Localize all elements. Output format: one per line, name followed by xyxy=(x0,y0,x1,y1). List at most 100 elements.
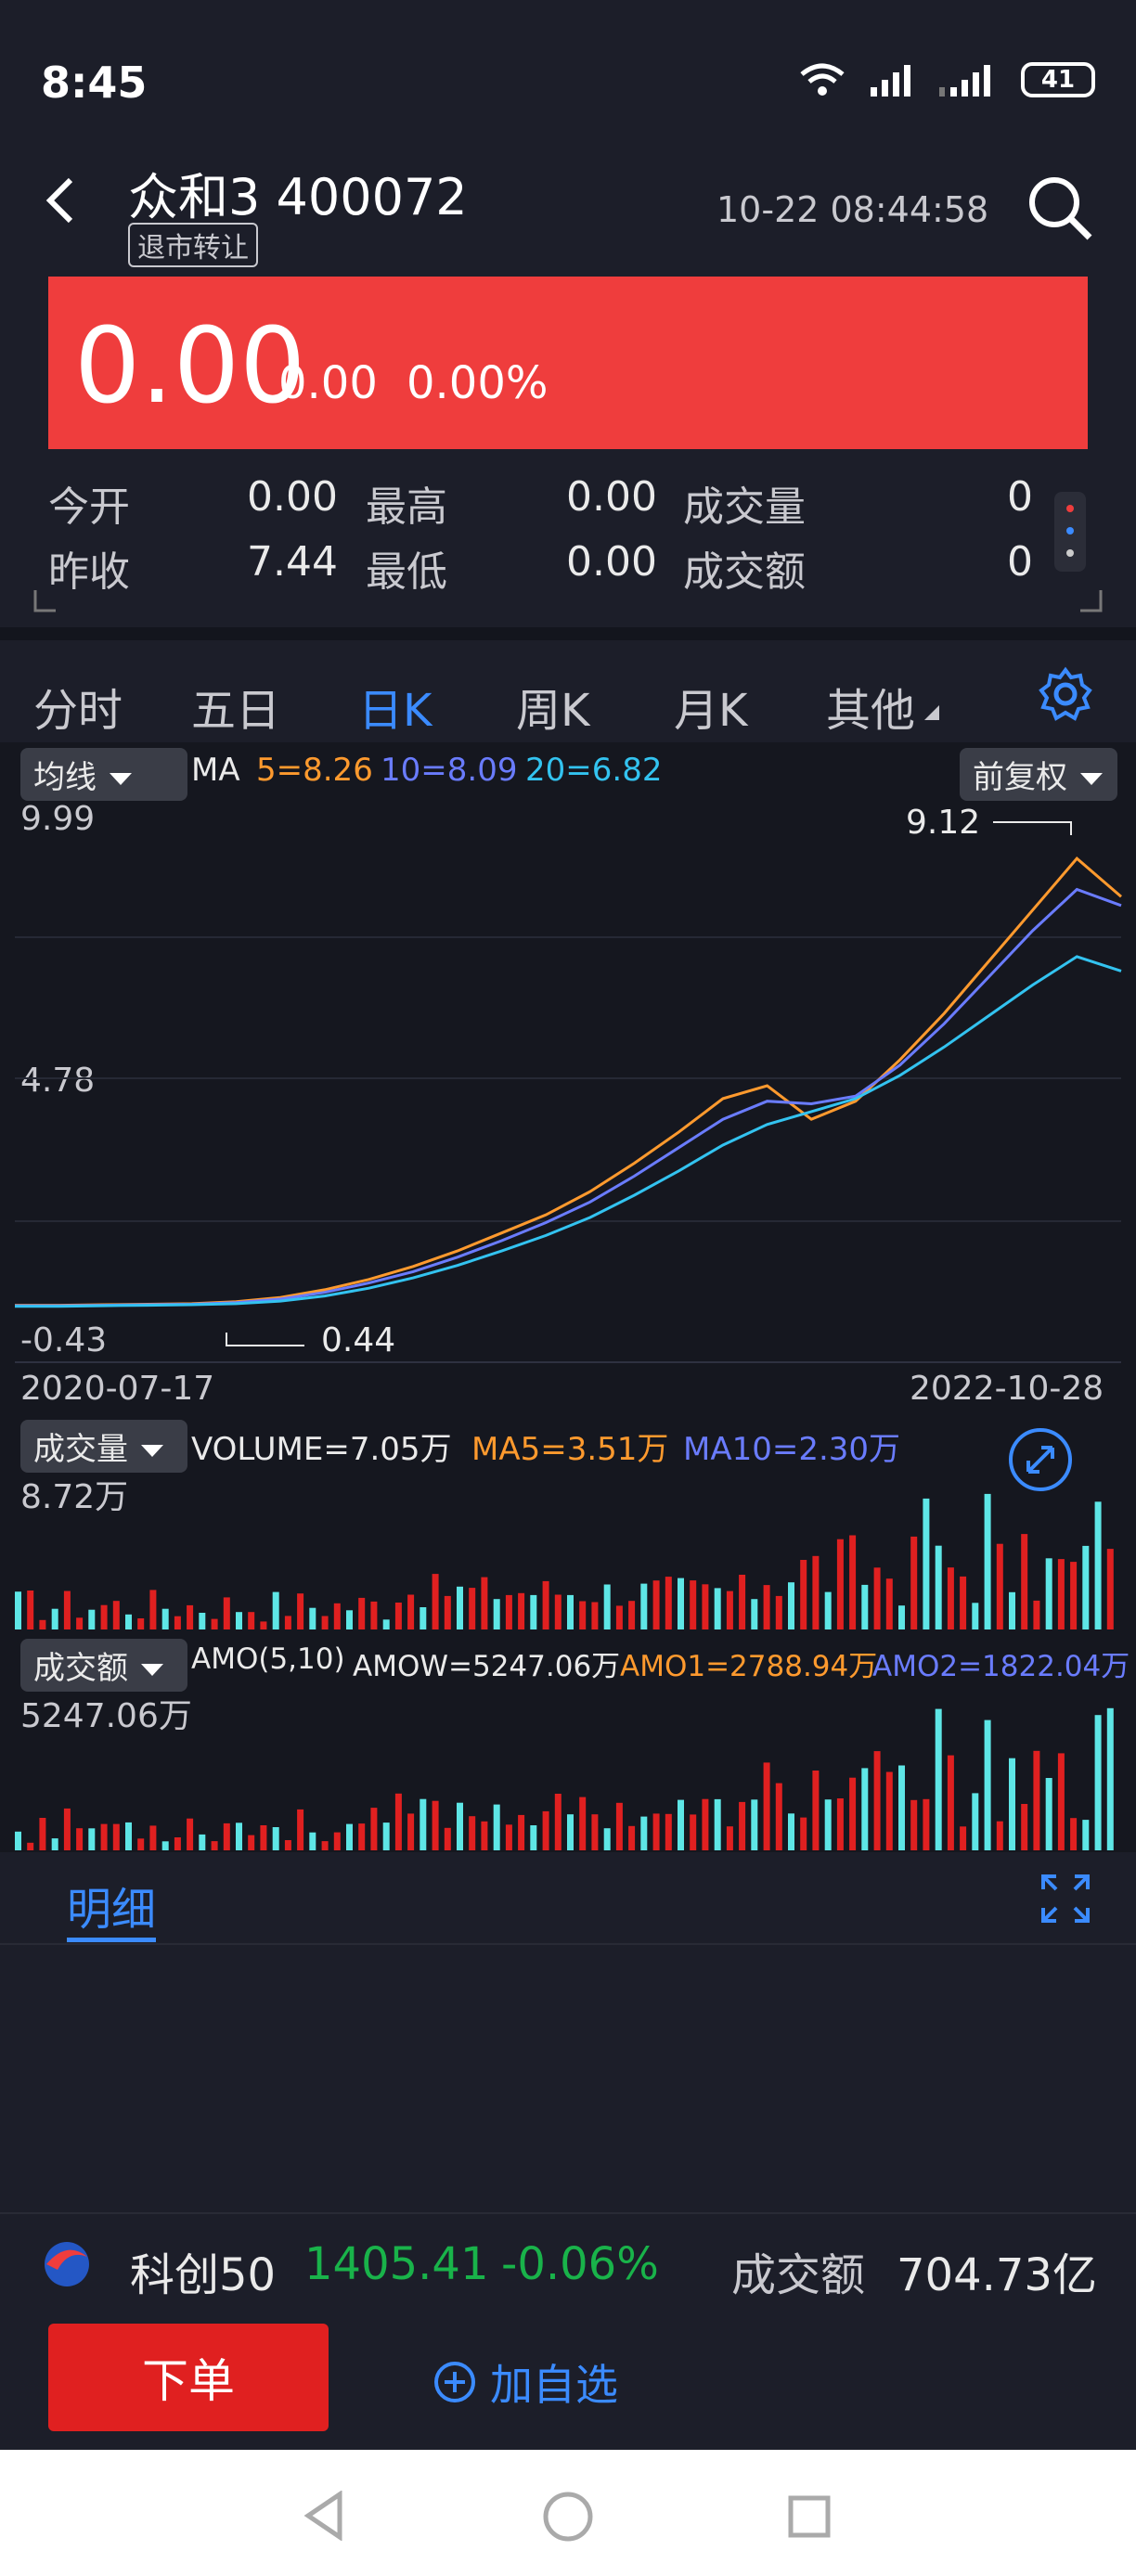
bar xyxy=(346,1823,353,1850)
bar xyxy=(382,1619,390,1629)
bar xyxy=(1094,1715,1102,1850)
bar xyxy=(530,1825,537,1850)
bar xyxy=(272,1591,279,1629)
bar xyxy=(76,1828,84,1850)
bar xyxy=(591,1602,599,1629)
bar xyxy=(947,1567,954,1629)
bar xyxy=(161,1608,169,1629)
battery-icon: 41 xyxy=(1021,62,1095,97)
chevron-down-icon xyxy=(141,1445,163,1457)
bar xyxy=(518,1592,525,1629)
status-tag: 退市转让 xyxy=(128,223,258,267)
bar xyxy=(873,1567,881,1629)
settings-icon[interactable] xyxy=(1038,666,1093,722)
date-end: 2022-10-28 xyxy=(910,1370,1104,1408)
series-line-ma20 xyxy=(15,955,1122,1308)
chevron-down-icon xyxy=(141,1664,163,1676)
bar xyxy=(125,1822,132,1850)
bar xyxy=(248,1612,255,1629)
bar xyxy=(223,1597,230,1629)
bar xyxy=(960,1826,967,1850)
nav-home-icon[interactable] xyxy=(542,2491,594,2543)
bar xyxy=(469,1816,476,1850)
tab-weekly-k[interactable]: 周K xyxy=(516,674,589,739)
more-stats-toggle[interactable] xyxy=(1054,492,1086,572)
corner-left-icon xyxy=(33,590,56,612)
add-favorite-button[interactable]: 加自选 xyxy=(432,2351,618,2413)
bar xyxy=(665,1813,672,1850)
bar xyxy=(690,1814,697,1850)
bar xyxy=(457,1802,463,1850)
tab-intraday[interactable]: 分时 xyxy=(33,674,123,739)
price-change: 0.00 xyxy=(278,357,378,409)
bar xyxy=(161,1841,169,1850)
bar xyxy=(935,1545,942,1629)
bar xyxy=(751,1799,758,1850)
tab-five-day[interactable]: 五日 xyxy=(191,674,280,739)
nav-recents-icon[interactable] xyxy=(787,2494,832,2539)
bar xyxy=(861,1768,869,1850)
bar xyxy=(309,1832,316,1850)
bar xyxy=(1045,1558,1052,1629)
search-button[interactable] xyxy=(1025,173,1095,247)
bar xyxy=(542,1810,549,1850)
bar xyxy=(615,1605,623,1629)
bar xyxy=(628,1601,636,1629)
bar xyxy=(898,1765,905,1850)
bar xyxy=(714,1798,721,1850)
bar xyxy=(407,1813,415,1850)
bar xyxy=(149,1825,157,1850)
bar xyxy=(199,1613,206,1629)
bar xyxy=(51,1838,58,1850)
bar xyxy=(321,1841,329,1850)
fullscreen-icon[interactable] xyxy=(1039,1873,1091,1925)
bar xyxy=(591,1814,599,1850)
bar xyxy=(739,1575,746,1629)
tab-monthly-k[interactable]: 月K xyxy=(674,674,747,739)
back-button[interactable] xyxy=(41,173,78,242)
bar xyxy=(444,1827,451,1850)
bar xyxy=(27,1842,34,1850)
amount-amow: AMOW=5247.06万 xyxy=(353,1650,621,1683)
bar xyxy=(481,1577,488,1629)
bar xyxy=(493,1599,500,1629)
nav-back-icon[interactable] xyxy=(303,2491,345,2541)
detail-tab-indicator xyxy=(67,1938,156,1942)
bar xyxy=(898,1605,905,1629)
index-logo-icon xyxy=(45,2242,89,2286)
quote-datetime: 10-22 08:44:58 xyxy=(716,189,989,230)
bar xyxy=(394,1793,402,1850)
bar xyxy=(333,1603,341,1629)
kline-chart[interactable] xyxy=(0,789,1136,1364)
open-value: 0.00 xyxy=(247,473,338,521)
series-line-ma5 xyxy=(15,856,1122,1307)
bar xyxy=(800,1817,807,1850)
bar xyxy=(923,1798,930,1850)
bar xyxy=(788,1813,794,1850)
bar xyxy=(824,1591,832,1629)
bar xyxy=(763,1585,770,1629)
bar xyxy=(39,1619,46,1629)
tab-other[interactable]: 其他 xyxy=(826,674,915,739)
chevron-down-icon xyxy=(110,773,132,785)
add-favorite-label: 加自选 xyxy=(490,2360,618,2410)
bar xyxy=(1070,1818,1078,1850)
order-button[interactable]: 下单 xyxy=(48,2324,329,2431)
bar xyxy=(836,1798,844,1850)
bar xyxy=(873,1751,881,1850)
bar xyxy=(27,1591,34,1629)
bar xyxy=(1057,1753,1065,1850)
tab-detail[interactable]: 明细 xyxy=(67,1873,156,1938)
bar xyxy=(505,1594,512,1629)
bar xyxy=(199,1834,206,1850)
bar xyxy=(187,1818,194,1850)
bar xyxy=(530,1594,537,1629)
tab-daily-k[interactable]: 日K xyxy=(358,674,432,739)
bar xyxy=(690,1580,697,1629)
bar xyxy=(849,1777,857,1850)
volume-chart xyxy=(15,1493,1114,1629)
bar xyxy=(751,1599,758,1629)
bar xyxy=(603,1584,611,1629)
high-value: 0.00 xyxy=(566,473,657,521)
bar xyxy=(39,1818,46,1850)
